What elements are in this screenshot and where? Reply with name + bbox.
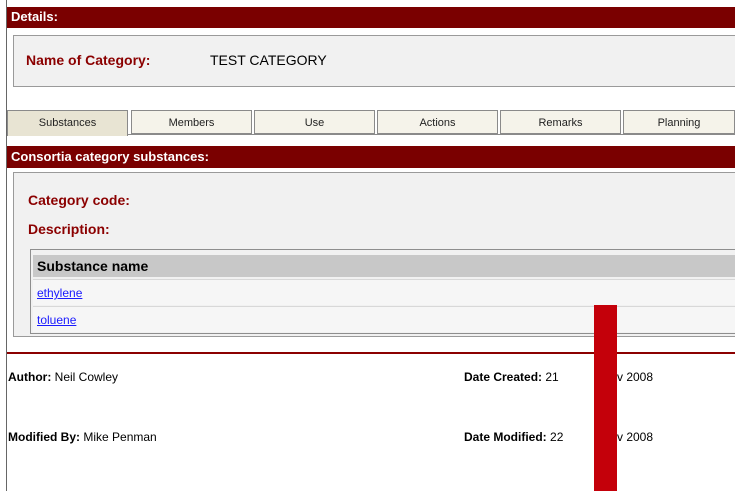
date-created-tail: v 2008 <box>617 370 654 384</box>
author-label: Author: <box>8 370 52 384</box>
tab-planning[interactable]: Planning <box>623 110 735 134</box>
author: Author: Neil Cowley <box>8 370 118 384</box>
consortia-panel: Category code: Description: Substance na… <box>13 172 735 337</box>
category-name-panel: Name of Category: TEST CATEGORY <box>13 35 735 87</box>
date-modified-label: Date Modified: <box>464 430 547 444</box>
table-row: ethylene <box>33 279 735 305</box>
modified-by-value: Mike Penman <box>83 430 157 444</box>
modified-by: Modified By: Mike Penman <box>8 430 157 444</box>
tab-actions[interactable]: Actions <box>377 110 498 134</box>
tab-use[interactable]: Use <box>254 110 375 134</box>
date-created-label: Date Created: <box>464 370 543 384</box>
category-name-label: Name of Category: <box>26 52 151 68</box>
date-created-value: 21 <box>545 370 559 384</box>
substance-link-toluene[interactable]: toluene <box>37 313 76 327</box>
redaction-marker <box>594 305 617 491</box>
description-label: Description: <box>28 221 110 237</box>
footer-divider <box>7 352 735 354</box>
category-name-value: TEST CATEGORY <box>210 52 327 68</box>
details-header: Details: <box>7 7 735 28</box>
tab-members[interactable]: Members <box>131 110 252 134</box>
category-code-label: Category code: <box>28 192 130 208</box>
date-modified: Date Modified: 22 <box>464 430 563 444</box>
table-row: toluene <box>33 306 735 332</box>
date-created: Date Created: 21 <box>464 370 559 384</box>
date-modified-tail: v 2008 <box>617 430 654 444</box>
tab-substances[interactable]: Substances <box>7 110 128 136</box>
frame-border <box>6 0 7 491</box>
substance-name-column-header: Substance name <box>33 255 735 277</box>
consortia-header: Consortia category substances: <box>7 146 735 168</box>
author-value: Neil Cowley <box>54 370 119 384</box>
substance-link-ethylene[interactable]: ethylene <box>37 286 82 300</box>
tab-remarks[interactable]: Remarks <box>500 110 621 134</box>
tab-strip: Substances Members Use Actions Remarks P… <box>7 110 735 136</box>
date-modified-value: 22 <box>550 430 564 444</box>
substance-table: Substance name ethylene toluene <box>30 249 735 334</box>
modified-by-label: Modified By: <box>8 430 80 444</box>
